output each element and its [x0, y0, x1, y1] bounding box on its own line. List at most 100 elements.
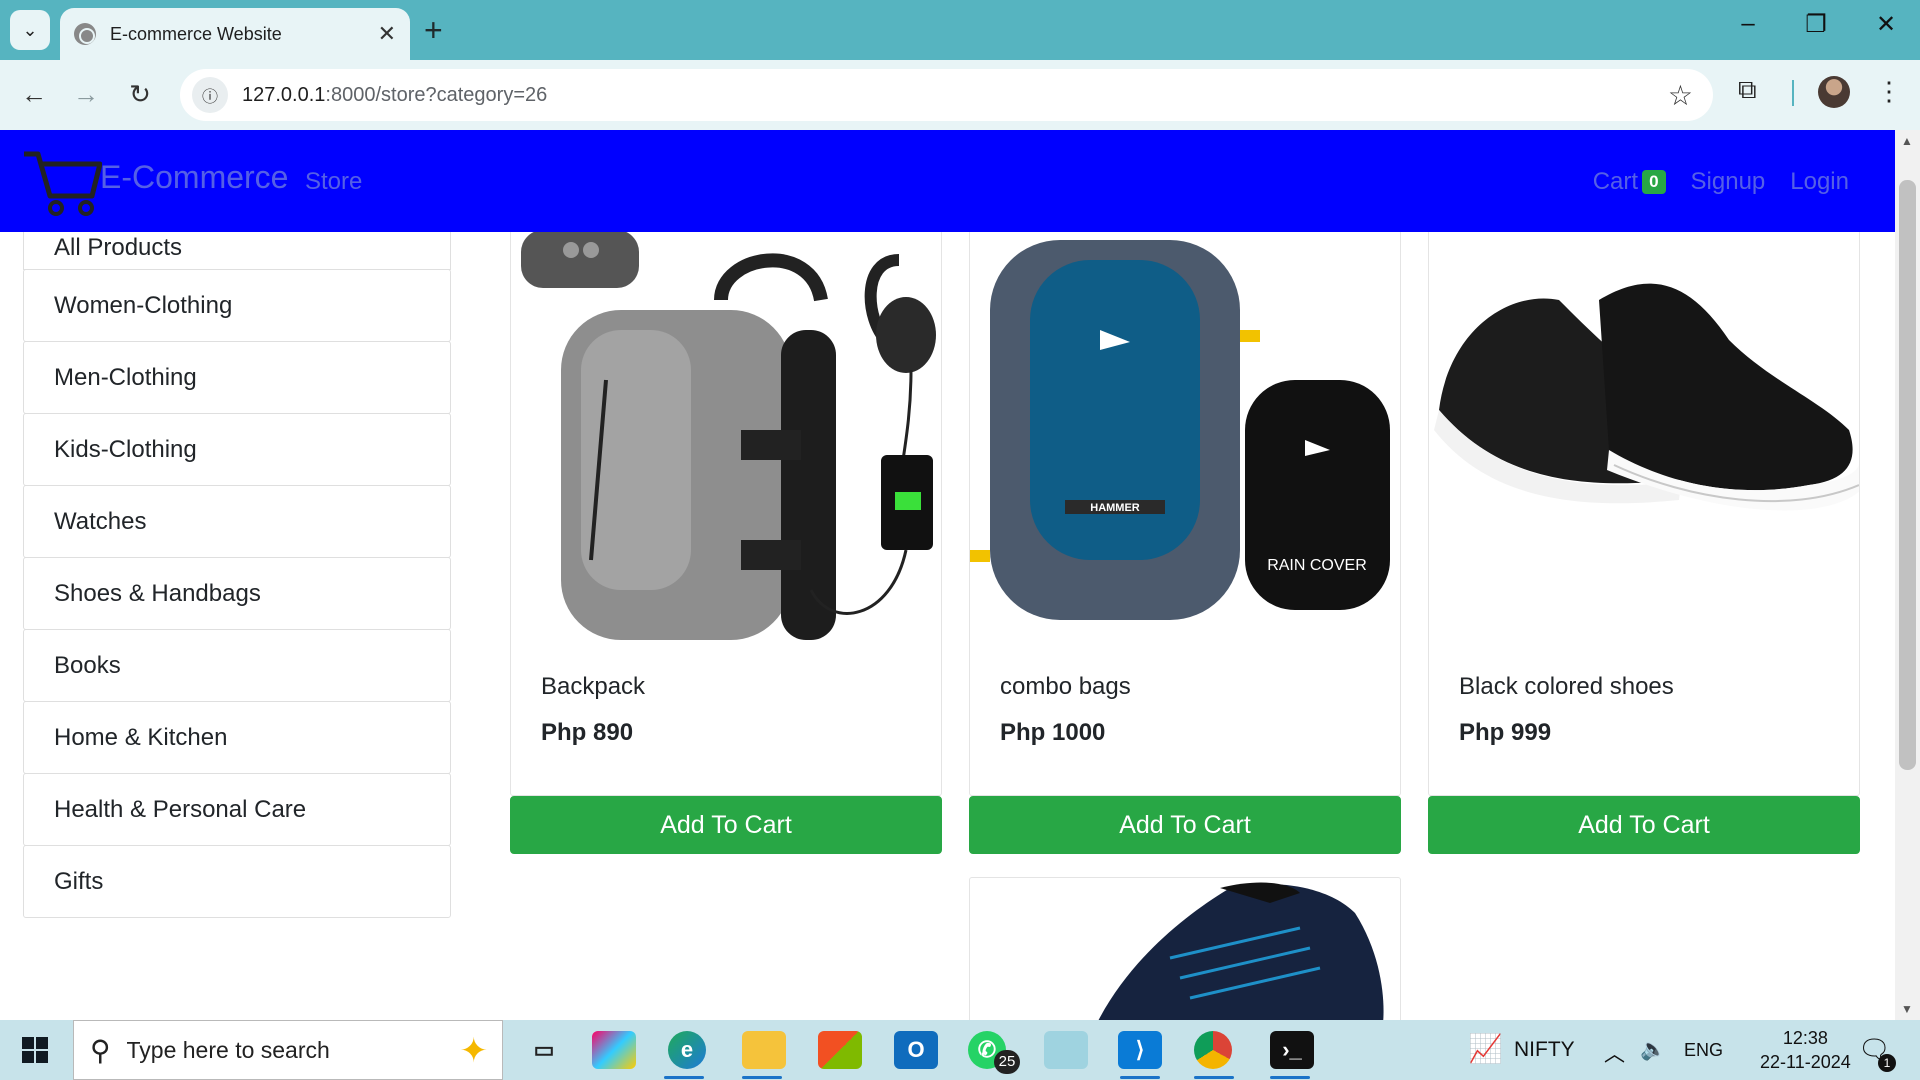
- cart-count-badge: 0: [1642, 170, 1666, 194]
- browser-toolbar: ← → ↻ ⓘ 127.0.0.1:8000/store?category=26…: [0, 60, 1920, 130]
- category-item-watches[interactable]: Watches: [23, 485, 451, 558]
- restore-button[interactable]: ❐: [1796, 10, 1836, 39]
- clock-time: 12:38: [1782, 1028, 1828, 1048]
- taskbar-search[interactable]: ⚲ Type here to search ✦: [73, 1020, 503, 1080]
- explorer-running-indicator: [742, 1076, 782, 1079]
- chevron-up-icon[interactable]: ︿: [1604, 1038, 1625, 1068]
- whatsapp-badge: 25: [994, 1050, 1020, 1074]
- bookmark-star-icon[interactable]: ☆: [1668, 79, 1693, 112]
- chrome-running-indicator: [1194, 1076, 1234, 1079]
- tab-active[interactable]: E-commerce Website ✕: [60, 8, 410, 60]
- outlook-icon[interactable]: O: [894, 1031, 938, 1069]
- svg-text:HAMMER: HAMMER: [1090, 502, 1140, 514]
- edge-browser-icon[interactable]: e: [668, 1031, 706, 1069]
- extensions-puzzle-icon[interactable]: ⧉: [1738, 74, 1757, 106]
- tab-search-button[interactable]: ⌄: [10, 10, 50, 50]
- close-window-button[interactable]: ✕: [1866, 10, 1906, 39]
- nav-signup-link[interactable]: Signup: [1691, 168, 1766, 196]
- sparkle-icon: ✦: [459, 1032, 489, 1070]
- speaker-icon[interactable]: 🔈: [1640, 1038, 1666, 1062]
- nav-cart-link[interactable]: Cart: [1593, 168, 1638, 196]
- category-item-health-personal-care[interactable]: Health & Personal Care: [23, 773, 451, 846]
- menu-kebab-icon[interactable]: ⋮: [1876, 76, 1902, 107]
- combo-bags-image: HAMMER RAIN COVER: [970, 240, 1390, 620]
- back-arrow-icon[interactable]: ←: [14, 74, 54, 114]
- category-item-shoes-handbags[interactable]: Shoes & Handbags: [23, 557, 451, 630]
- blue-shoes-image: [1098, 882, 1384, 1020]
- language-indicator[interactable]: ENG: [1684, 1040, 1723, 1061]
- add-to-cart-button[interactable]: Add To Cart: [969, 796, 1401, 854]
- task-view-icon[interactable]: ▭: [522, 1031, 566, 1069]
- scroll-down-icon[interactable]: ▼: [1901, 1002, 1913, 1016]
- black-shoes-image: [1434, 283, 1859, 511]
- web-page: E-Commerce Store Cart 0 Signup Login All…: [0, 130, 1895, 1020]
- windows-taskbar: ⚲ Type here to search ✦ ▭ e O ✆ 25 ⟩ ›_ …: [0, 1020, 1920, 1080]
- vscode-icon[interactable]: ⟩: [1118, 1031, 1162, 1069]
- reload-icon[interactable]: ↻: [120, 74, 160, 114]
- product-name: Backpack: [541, 673, 646, 700]
- add-to-cart-button[interactable]: Add To Cart: [510, 796, 942, 854]
- category-item-women-clothing[interactable]: Women-Clothing: [23, 269, 451, 342]
- product-image-backpack[interactable]: [511, 230, 941, 665]
- minimize-button[interactable]: –: [1728, 10, 1768, 38]
- toolbar-divider: [1792, 80, 1794, 106]
- vscode-running-indicator: [1120, 1076, 1160, 1079]
- notification-count-badge: 1: [1878, 1054, 1896, 1072]
- copilot-icon[interactable]: [592, 1031, 636, 1069]
- product-name: combo bags: [1000, 673, 1131, 700]
- terminal-running-indicator: [1270, 1076, 1310, 1079]
- edge-running-indicator: [664, 1076, 704, 1079]
- nav-store-link[interactable]: Store: [305, 168, 362, 196]
- tab-title: E-commerce Website: [110, 23, 282, 44]
- stock-chart-icon[interactable]: 📈: [1468, 1032, 1503, 1065]
- category-item-home-kitchen[interactable]: Home & Kitchen: [23, 701, 451, 774]
- backpack-image: [521, 230, 936, 640]
- brand-logo[interactable]: E-Commerce: [22, 148, 288, 216]
- chrome-icon[interactable]: [1194, 1031, 1232, 1069]
- svg-text:RAIN COVER: RAIN COVER: [1267, 557, 1367, 574]
- product-card: Black colored shoes Php 999: [1428, 230, 1860, 796]
- product-price: Php 999: [1459, 719, 1552, 746]
- site-info-icon[interactable]: ⓘ: [192, 77, 228, 113]
- add-to-cart-button[interactable]: Add To Cart: [1428, 796, 1860, 854]
- product-name: Black colored shoes: [1459, 673, 1674, 700]
- category-sidebar: All Products Women-Clothing Men-Clothing…: [23, 230, 451, 918]
- category-item-gifts[interactable]: Gifts: [23, 845, 451, 918]
- nifty-label[interactable]: NIFTY: [1514, 1038, 1575, 1062]
- forward-arrow-icon[interactable]: →: [66, 74, 106, 114]
- nav-login-link[interactable]: Login: [1790, 168, 1849, 196]
- page-scrollbar[interactable]: ▲ ▼: [1895, 130, 1920, 1020]
- notepad-icon[interactable]: [1044, 1031, 1088, 1069]
- site-navbar: E-Commerce Store Cart 0 Signup Login: [0, 130, 1895, 232]
- new-tab-button[interactable]: +: [424, 14, 443, 46]
- browser-chrome: ⌄ E-commerce Website ✕ + – ❐ ✕ ← → ↻ ⓘ 1…: [0, 0, 1920, 130]
- terminal-icon[interactable]: ›_: [1270, 1031, 1314, 1069]
- brand-name: E-Commerce: [100, 158, 289, 195]
- address-bar[interactable]: ⓘ 127.0.0.1:8000/store?category=26 ☆: [180, 69, 1713, 121]
- microsoft-store-icon[interactable]: [818, 1031, 862, 1069]
- category-item-kids-clothing[interactable]: Kids-Clothing: [23, 413, 451, 486]
- product-price: Php 1000: [1000, 719, 1106, 746]
- category-item-books[interactable]: Books: [23, 629, 451, 702]
- clock[interactable]: 12:38 22-11-2024: [1760, 1026, 1851, 1074]
- tab-bar: ⌄ E-commerce Website ✕ + – ❐ ✕: [0, 0, 1920, 60]
- product-price: Php 890: [541, 719, 634, 746]
- category-item-men-clothing[interactable]: Men-Clothing: [23, 341, 451, 414]
- scrollbar-thumb[interactable]: [1899, 180, 1916, 770]
- product-card: [969, 877, 1401, 1020]
- shopping-cart-icon: [24, 151, 102, 216]
- globe-icon: [74, 23, 96, 45]
- product-image-black-shoes[interactable]: [1429, 230, 1859, 665]
- product-card: Backpack Php 890: [510, 230, 942, 796]
- url-text[interactable]: 127.0.0.1:8000/store?category=26: [242, 84, 547, 107]
- scroll-up-icon[interactable]: ▲: [1901, 134, 1913, 148]
- tab-close-icon[interactable]: ✕: [378, 21, 396, 47]
- windows-start-icon[interactable]: [22, 1037, 48, 1063]
- file-explorer-icon[interactable]: [742, 1031, 786, 1069]
- clock-date: 22-11-2024: [1760, 1052, 1851, 1072]
- product-image-blue-shoes[interactable]: [970, 878, 1400, 1020]
- profile-avatar[interactable]: [1818, 76, 1850, 108]
- product-image-combo-bags[interactable]: HAMMER RAIN COVER: [970, 230, 1400, 665]
- category-item-all-products[interactable]: All Products: [23, 230, 451, 270]
- chevron-down-icon: ⌄: [22, 19, 38, 40]
